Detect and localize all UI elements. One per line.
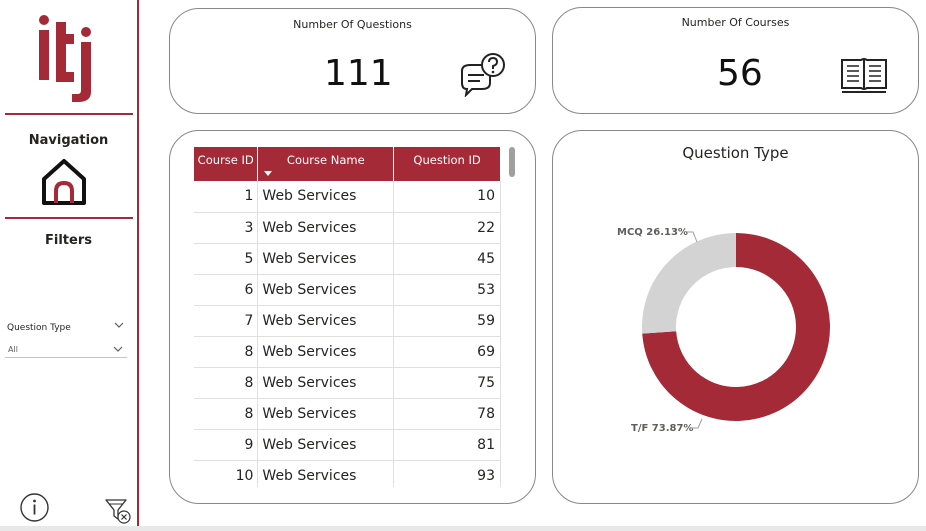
cell-question-id: 22 xyxy=(393,212,501,244)
table-row[interactable]: 8 Web Services 75 xyxy=(194,367,501,399)
cell-course-name: Web Services xyxy=(257,243,395,275)
donut-label-mcq: MCQ 26.13% xyxy=(617,227,688,238)
questions-table-card: Course ID Course Name Question ID 1 Web S… xyxy=(169,130,536,504)
cell-course-id: 3 xyxy=(194,212,259,244)
cell-question-id: 69 xyxy=(393,336,501,368)
cell-course-id: 10 xyxy=(194,460,259,487)
cell-course-name: Web Services xyxy=(257,181,395,213)
navigation-heading: Navigation xyxy=(28,133,109,148)
cell-course-id: 9 xyxy=(194,429,259,461)
question-type-chart-card: Question Type T/F 73.87% MCQ 26.13% xyxy=(552,130,919,504)
cell-course-name: Web Services xyxy=(257,367,395,399)
table-body: 1 Web Services 10 3 Web Services 22 5 Web Servi… xyxy=(194,181,501,487)
courses-card-label: Number Of Courses xyxy=(681,16,790,29)
filters-heading: Filters xyxy=(45,233,92,248)
column-header-course-name[interactable]: Course Name xyxy=(257,147,395,181)
table-row[interactable]: 8 Web Services 78 xyxy=(194,398,501,430)
cell-course-id: 5 xyxy=(194,243,259,275)
cell-question-id: 59 xyxy=(393,305,501,337)
report-page: Navigation Filters Question Type All Num… xyxy=(0,0,926,531)
cell-course-id: 6 xyxy=(194,274,259,306)
table-row[interactable]: 3 Web Services 22 xyxy=(194,212,501,244)
bottom-bar xyxy=(0,526,926,531)
cell-question-id: 53 xyxy=(393,274,501,306)
cell-course-name: Web Services xyxy=(257,336,395,368)
courses-count: 56 xyxy=(717,53,763,94)
questions-card: Number Of Questions 111 xyxy=(169,8,536,114)
info-icon[interactable] xyxy=(19,492,50,523)
slicer-label: Question Type xyxy=(7,323,71,333)
cell-question-id: 10 xyxy=(393,181,501,213)
cell-course-name: Web Services xyxy=(257,398,395,430)
cell-question-id: 45 xyxy=(393,243,501,275)
questions-card-label: Number Of Questions xyxy=(293,18,412,31)
column-header-question-id[interactable]: Question ID xyxy=(393,147,501,181)
sidebar-divider xyxy=(5,217,133,219)
iti-logo xyxy=(39,15,91,102)
cell-question-id: 78 xyxy=(393,398,501,430)
table-row[interactable]: 8 Web Services 69 xyxy=(194,336,501,368)
sort-descending-icon xyxy=(264,171,273,176)
book-icon xyxy=(841,58,887,93)
table-row[interactable]: 6 Web Services 53 xyxy=(194,274,501,306)
cell-course-name: Web Services xyxy=(257,274,395,306)
table-viewport[interactable]: Course ID Course Name Question ID 1 Web S… xyxy=(194,147,502,487)
table-scrollbar[interactable] xyxy=(509,147,515,177)
cell-question-id: 93 xyxy=(393,460,501,487)
table-row[interactable]: 1 Web Services 10 xyxy=(194,181,501,213)
table-row[interactable]: 7 Web Services 59 xyxy=(194,305,501,337)
donut-slice-mcq[interactable] xyxy=(642,233,736,334)
table-row[interactable]: 9 Web Services 81 xyxy=(194,429,501,461)
cell-question-id: 81 xyxy=(393,429,501,461)
questions-count: 111 xyxy=(324,53,393,94)
cell-question-id: 75 xyxy=(393,367,501,399)
question-type-dropdown[interactable]: All xyxy=(5,341,127,358)
cell-course-name: Web Services xyxy=(257,212,395,244)
cell-course-id: 8 xyxy=(194,336,259,368)
cell-course-name: Web Services xyxy=(257,305,395,337)
cell-course-id: 8 xyxy=(194,367,259,399)
cell-course-name: Web Services xyxy=(257,460,395,487)
cell-course-id: 7 xyxy=(194,305,259,337)
column-header-course-name-label: Course Name xyxy=(286,153,365,167)
clear-filters-icon[interactable] xyxy=(104,497,132,524)
table-header-row: Course ID Course Name Question ID xyxy=(194,147,501,181)
table-row[interactable]: 10 Web Services 93 xyxy=(194,460,501,487)
donut-label-t-f: T/F 73.87% xyxy=(631,423,693,434)
sidebar-divider xyxy=(5,113,133,115)
question-type-donut-chart: T/F 73.87% MCQ 26.13% xyxy=(617,227,830,434)
cell-course-id: 8 xyxy=(194,398,259,430)
table-row[interactable]: 5 Web Services 45 xyxy=(194,243,501,275)
cell-course-name: Web Services xyxy=(257,429,395,461)
dropdown-value: All xyxy=(8,345,18,354)
cell-course-id: 1 xyxy=(194,181,259,213)
sidebar: Navigation Filters Question Type All xyxy=(0,0,139,531)
question-chat-icon xyxy=(461,53,505,97)
column-header-course-id[interactable]: Course ID xyxy=(194,147,259,181)
chevron-down-icon xyxy=(113,346,123,352)
donut-label-leader-line xyxy=(687,231,698,243)
chevron-down-icon[interactable] xyxy=(113,320,125,330)
home-icon[interactable] xyxy=(39,157,89,207)
questions-table: Course ID Course Name Question ID 1 Web S… xyxy=(194,147,501,487)
courses-card: Number Of Courses 56 xyxy=(552,7,919,114)
